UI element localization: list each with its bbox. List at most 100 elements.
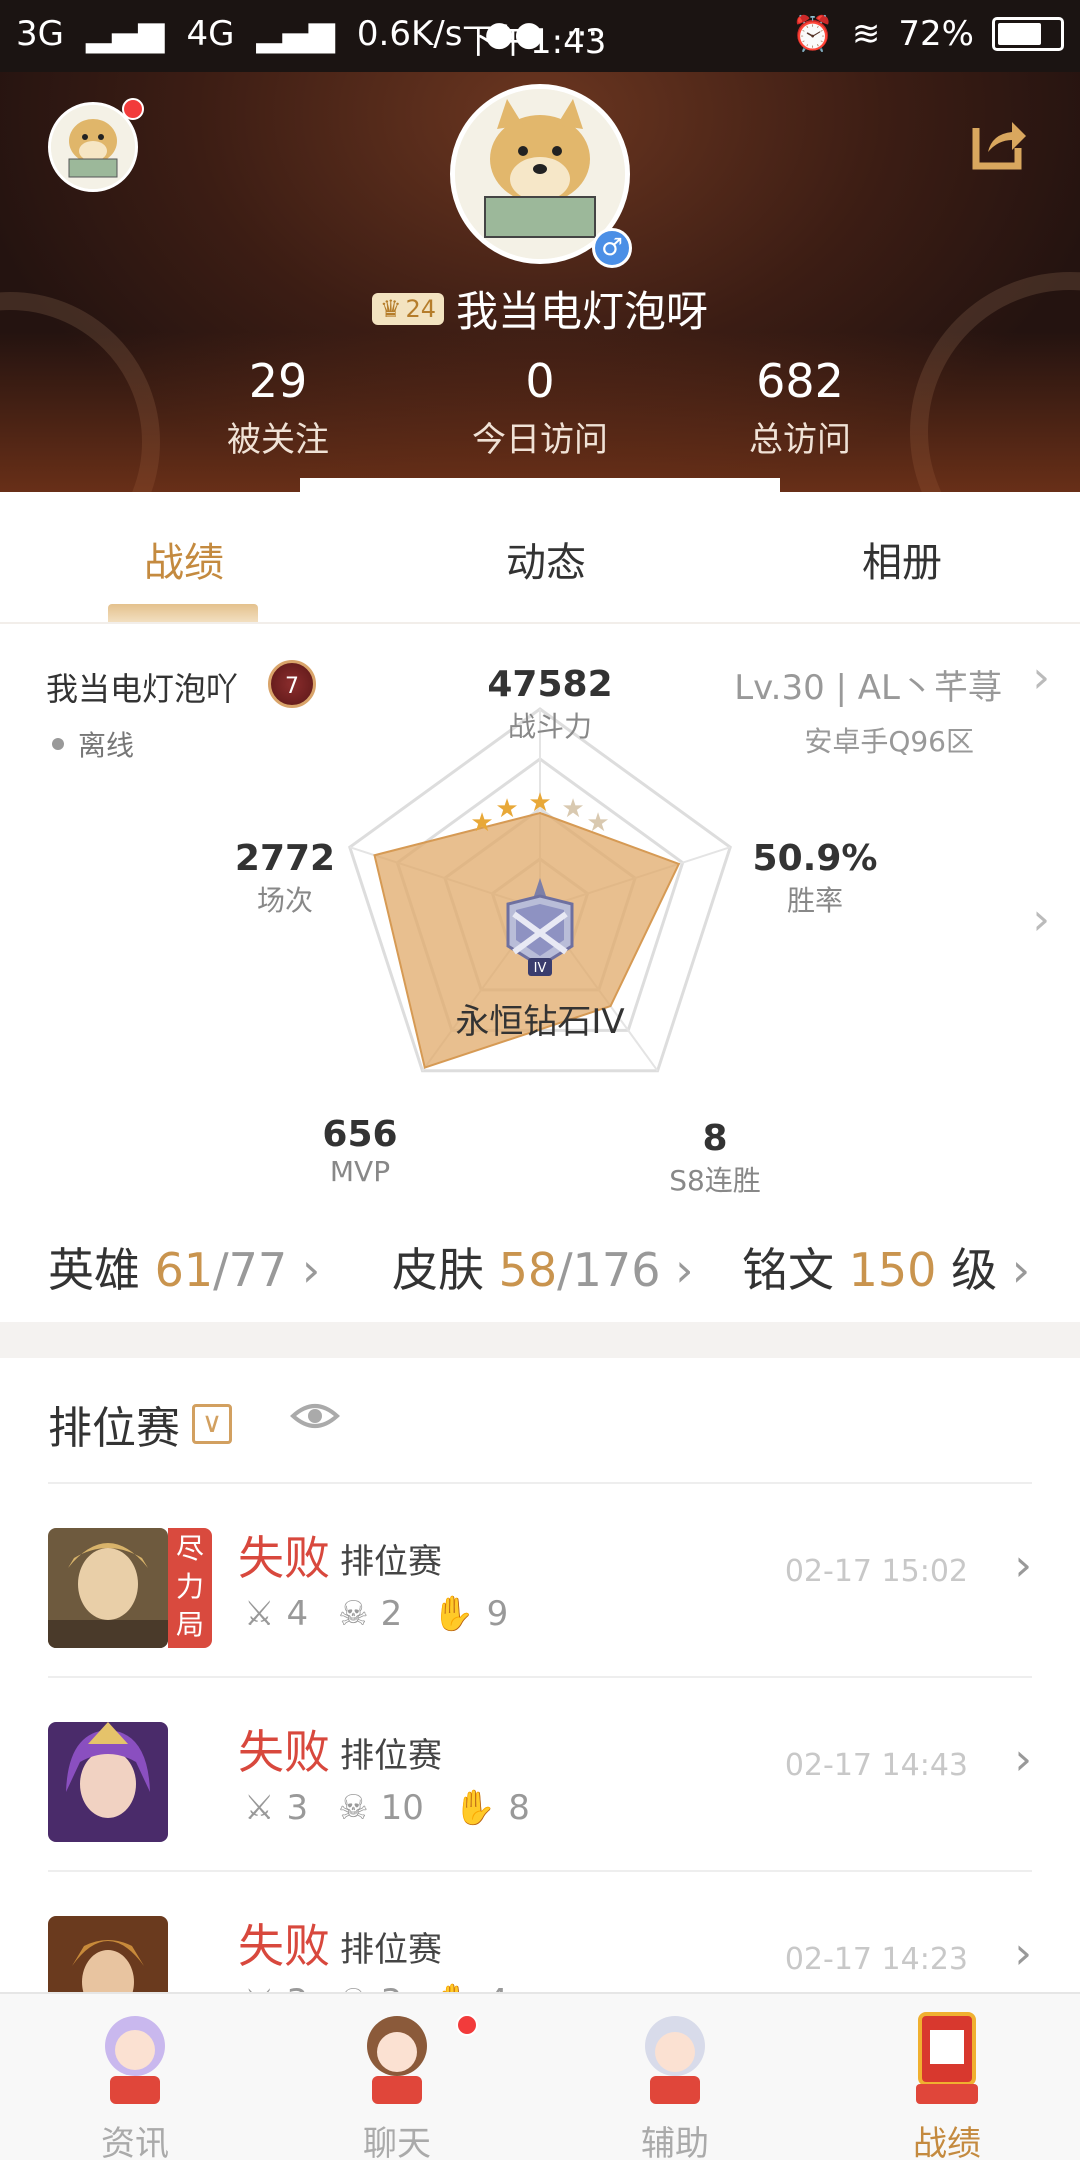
winrate-label: 胜率 <box>786 884 843 917</box>
doge-avatar-icon <box>51 105 135 189</box>
nav-news[interactable]: 资讯 <box>50 2000 220 2160</box>
rank-name: 永恒钻石IV <box>455 1002 625 1042</box>
profile-tabs: 战绩 动态 相册 <box>0 478 1080 622</box>
chevron-right-icon: › <box>1011 1243 1031 1297</box>
paw-icon: ✋ <box>453 1788 497 1828</box>
status-dot <box>52 738 64 750</box>
mvp-label: MVP <box>329 1155 391 1188</box>
hero-portrait-image <box>48 1528 168 1648</box>
battery-icon <box>992 17 1064 51</box>
power-value: 47582 <box>487 664 613 705</box>
streak-stat: 8 S8连胜 <box>650 1118 780 1199</box>
hero-portrait <box>48 1722 168 1842</box>
chevron-right-icon[interactable]: › <box>1032 894 1050 945</box>
heroes-owned: 61 <box>154 1243 214 1297</box>
match-type: 排位赛 <box>340 1736 442 1776</box>
match-row[interactable]: 失败 排位赛 ⚔ 3 ☠ 10 ✋ 8 02-17 14:43 › <box>0 1678 1080 1868</box>
chat-mascot-icon <box>367 2016 427 2104</box>
today-visits-stat[interactable]: 0 今日访问 <box>410 354 670 461</box>
runes-unit: 级 <box>951 1243 998 1297</box>
record-card[interactable]: ★ ★ ★ ★ ★ 我当电灯泡吖 7 离线 Lv.30 | AL丶芊荨 安卓手Q96区 … <box>0 622 1080 1322</box>
match-kda: ⚔ 4 ☠ 2 ✋ 9 <box>244 1594 508 1634</box>
nav-label: 聊天 <box>363 2124 431 2160</box>
skins-owned: 58 <box>498 1243 558 1297</box>
news-mascot-icon <box>105 2016 165 2104</box>
skull-icon: ☠ <box>338 1788 369 1828</box>
vip-level: 24 <box>405 294 437 323</box>
notification-dot <box>122 98 144 120</box>
chevron-right-icon: › <box>1014 1734 1032 1785</box>
net-speed: 0.6K/s <box>356 14 463 54</box>
mvp-value: 656 <box>322 1114 398 1155</box>
chevron-right-icon[interactable]: › <box>1032 652 1050 703</box>
vip-badge: ♛ 24 <box>371 292 445 325</box>
nav-assist[interactable]: 辅助 <box>590 2000 760 2160</box>
stat-label: 总访问 <box>749 420 851 460</box>
active-tab-indicator <box>108 604 258 622</box>
chevron-down-icon[interactable]: ∨ <box>192 1404 232 1444</box>
nav-record[interactable]: 战绩 <box>862 2000 1032 2160</box>
deaths: 10 <box>380 1788 424 1828</box>
star-filled-icon: ★ <box>495 794 518 824</box>
heroes-collection[interactable]: 英雄 61/77 › <box>48 1234 320 1300</box>
status-text: 离线 <box>78 729 135 762</box>
tab-feed[interactable]: 动态 <box>396 530 696 588</box>
hero-portrait-image <box>48 1722 168 1842</box>
match-result: 失败 <box>238 1725 330 1779</box>
sword-icon: ⚔ <box>244 1788 275 1828</box>
chevron-right-icon: › <box>301 1243 321 1297</box>
status-bar: 3G ▂▄▆ 4G ▂▄▆ 0.6K/s ●● ··· 下午1:43 ⏰ ≋ 7… <box>0 0 1080 72</box>
account-level: Lv.30 | AL丶芊荨 <box>734 668 1002 708</box>
hero-portrait <box>48 1528 168 1648</box>
matches-label: 场次 <box>256 884 313 917</box>
skins-collection[interactable]: 皮肤 58/176 › <box>392 1234 694 1300</box>
assist-mascot-icon <box>645 2016 705 2104</box>
nav-label: 战绩 <box>913 2124 981 2160</box>
mvp-stat: 656 MVP <box>300 1114 420 1188</box>
assists: 9 <box>486 1594 509 1634</box>
match-row[interactable]: 尽力局 失败 排位赛 ⚔ 4 ☠ 2 ✋ 9 02-17 15:02 › <box>0 1484 1080 1674</box>
skins-total: /176 <box>557 1243 661 1297</box>
match-time: 02-17 15:02 <box>784 1554 968 1589</box>
stat-value: 682 <box>756 354 844 408</box>
stat-label: 今日访问 <box>472 420 608 460</box>
clock: 下午1:43 <box>462 22 607 62</box>
streak-label: S8连胜 <box>669 1164 761 1197</box>
power-stat: 47582 战斗力 <box>470 664 630 745</box>
star-empty-icon: ★ <box>586 808 609 838</box>
rank-tier-text: IV <box>534 961 547 976</box>
winrate-value: 50.9% <box>752 838 878 879</box>
stat-label: 被关注 <box>227 420 329 460</box>
online-status: 离线 <box>52 724 134 764</box>
eye-icon[interactable] <box>290 1396 340 1436</box>
match-filter-label: 排位赛 <box>48 1403 180 1454</box>
deaths: 2 <box>380 1594 403 1634</box>
alarm-icon: ⏰ <box>791 14 834 54</box>
winrate-stat: 50.9% 胜率 <box>740 838 890 919</box>
total-visits-stat[interactable]: 682 总访问 <box>670 354 930 461</box>
rank-level-badge: 7 <box>268 660 316 708</box>
chevron-right-icon: › <box>1014 1928 1032 1979</box>
server-name: 安卓手Q96区 <box>804 725 974 758</box>
heroes-label: 英雄 <box>48 1243 140 1297</box>
streak-value: 8 <box>702 1118 728 1159</box>
profile-header: ♂ ♛ 24 我当电灯泡呀 29 被关注 0 今日访问 682 总访问 <box>0 72 1080 492</box>
match-kda: ⚔ 3 ☠ 10 ✋ 8 <box>244 1788 530 1828</box>
followers-stat[interactable]: 29 被关注 <box>148 354 408 461</box>
match-time: 02-17 14:23 <box>784 1942 968 1977</box>
match-result: 失败 <box>238 1531 330 1585</box>
match-filter[interactable]: 排位赛 ∨ <box>48 1392 232 1456</box>
share-icon[interactable] <box>968 112 1028 172</box>
battery-percent: 72% <box>898 14 974 54</box>
tab-record[interactable]: 战绩 <box>34 530 334 588</box>
signal-icon: ▂▄▆ <box>85 14 165 54</box>
nav-label: 辅助 <box>641 2124 709 2160</box>
tab-album[interactable]: 相册 <box>752 530 1052 588</box>
network-3g: 3G <box>16 14 64 54</box>
power-label: 战斗力 <box>507 710 592 743</box>
runes-label: 铭文 <box>742 1243 834 1297</box>
runes-collection[interactable]: 铭文 150 级 › <box>742 1234 1030 1300</box>
sword-icon: ⚔ <box>244 1594 275 1634</box>
stat-value: 0 <box>525 354 555 408</box>
kills: 3 <box>286 1788 309 1828</box>
